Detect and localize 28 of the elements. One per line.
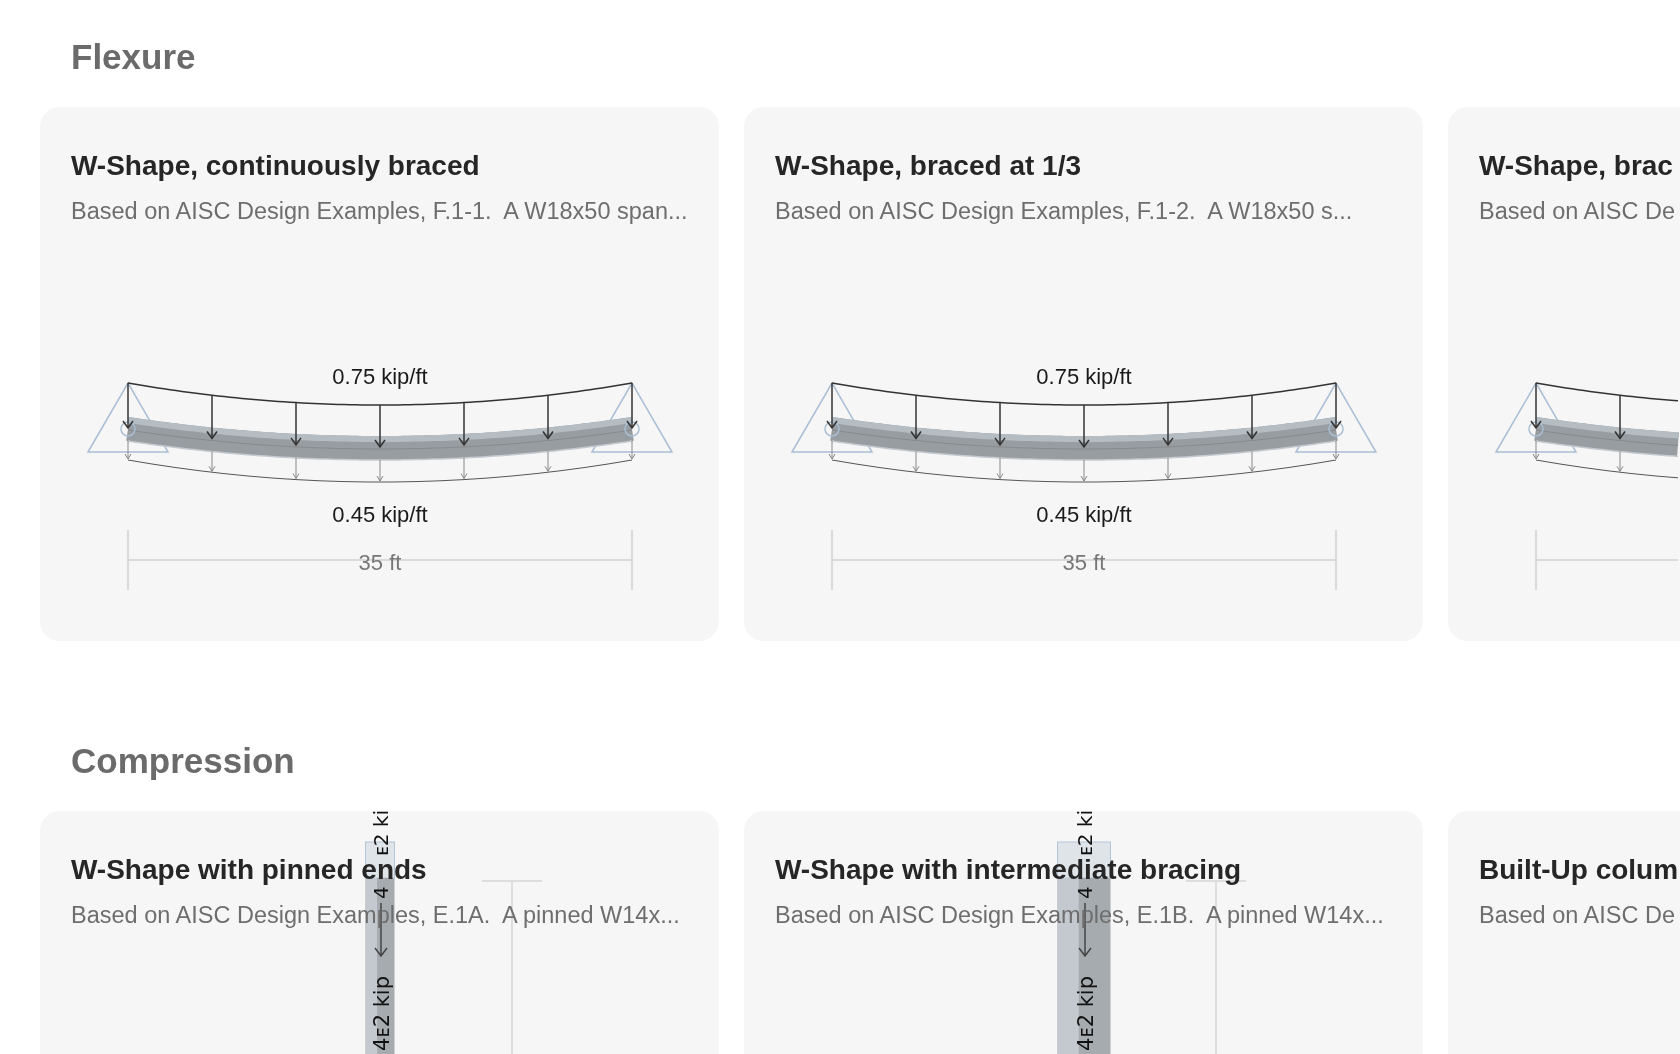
card-description: Based on AISC Design Examples, F.1-2. A W18x50 s... [775,197,1353,225]
card-title: Built-Up colum [1479,857,1679,883]
load-label: 4 [1073,886,1097,899]
load-label: 0.75 kip/ft [1036,364,1132,389]
section-heading: Flexure [71,36,196,78]
load-label: 0.75 kip/ft [332,364,428,389]
load-label: ᴇ2 ki [1073,811,1097,856]
load-label: 4 [369,886,393,899]
load-label: 4ᴇ2 kip [370,975,394,1051]
card-title: W-Shape with pinned ends [71,857,427,883]
load-label: 0.45 kip/ft [332,502,428,527]
example-card[interactable]: Built-Up colum Based on AISC De [1448,811,1680,1054]
load-label: 4ᴇ2 kip [1074,975,1098,1051]
card-title: W-Shape, brac [1479,153,1673,179]
span-label: 35 ft [1062,550,1106,575]
load-label: ᴇ2 ki [369,811,393,856]
example-card[interactable]: W-Shape, braced at 1/3 Based on AISC Design Examples, F.1-2. A W18x50 s... 0.75 kip/ft 0.45 kip/ft 35 ft [744,107,1423,641]
span-label: 35 ft [358,550,402,575]
load-label: 0.45 kip/ft [1036,502,1132,527]
example-card[interactable]: W-Shape, continuously braced Based on AISC Design Examples, F.1-1. A W18x50 span... 0.75 kip/ft 0.45 kip/ft 35 ft [40,107,719,641]
card-title: W-Shape, braced at 1/3 [775,153,1081,179]
example-card[interactable]: W-Shape, brac Based on AISC De [1448,107,1680,641]
card-description: Based on AISC De [1479,901,1675,929]
section-heading: Compression [71,740,295,782]
card-title: W-Shape, continuously braced [71,153,480,179]
card-description: Based on AISC De [1479,197,1675,225]
card-title: W-Shape with intermediate bracing [775,857,1242,883]
card-description: Based on AISC Design Examples, F.1-1. A W18x50 span... [71,197,688,225]
